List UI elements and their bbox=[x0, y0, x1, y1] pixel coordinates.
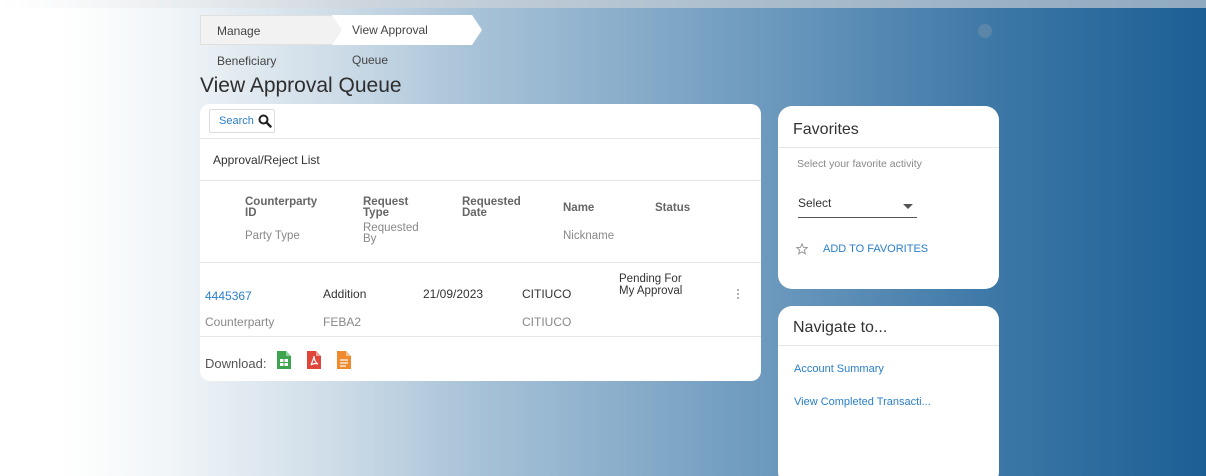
header-counterparty-id[interactable]: Counterparty ID bbox=[245, 196, 317, 219]
navigate-title: Navigate to... bbox=[778, 306, 999, 346]
header-name[interactable]: Name bbox=[563, 202, 594, 214]
top-strip bbox=[0, 0, 1206, 8]
table-header: Counterparty ID Party Type Request Type … bbox=[200, 181, 761, 263]
nickname-value: CITIUCO bbox=[522, 315, 572, 329]
requested-by-value: FEBA2 bbox=[323, 315, 362, 329]
requested-date-value: 21/09/2023 bbox=[423, 287, 484, 301]
breadcrumb: Manage Beneficiary View Approval Queue bbox=[200, 15, 482, 68]
navigate-card: Navigate to... Account Summary View Comp… bbox=[778, 306, 999, 476]
table-row: 4445367 Counterparty Addition FEBA2 21/0… bbox=[200, 263, 761, 337]
request-type-value: Addition bbox=[323, 287, 367, 301]
counterparty-id-link[interactable]: 4445367 bbox=[205, 289, 252, 303]
nav-link-view-completed-transactions[interactable]: View Completed Transacti... bbox=[794, 396, 931, 408]
header-request-type[interactable]: Request Type bbox=[363, 196, 413, 219]
favorites-card: Favorites Select your favorite activity … bbox=[778, 106, 999, 289]
add-to-favorites-button[interactable]: ADD TO FAVORITES bbox=[796, 243, 928, 255]
favorites-title: Favorites bbox=[778, 106, 999, 148]
search-label: Search bbox=[219, 115, 254, 127]
excel-icon[interactable] bbox=[277, 351, 291, 369]
status-value: Pending For My Approval bbox=[619, 273, 683, 297]
search-icon bbox=[258, 114, 272, 128]
row-actions-menu-icon[interactable] bbox=[737, 289, 741, 299]
approval-list-card: Search Approval/Reject List Counterparty… bbox=[200, 104, 761, 381]
list-title: Approval/Reject List bbox=[200, 139, 761, 181]
add-to-favorites-label: ADD TO FAVORITES bbox=[823, 243, 929, 255]
breadcrumb-item-view-approval-queue: View Approval Queue bbox=[332, 15, 482, 67]
search-row: Search bbox=[200, 104, 761, 139]
party-type-value: Counterparty bbox=[205, 315, 275, 329]
breadcrumb-item-manage-beneficiary[interactable]: Manage Beneficiary bbox=[200, 15, 342, 68]
page-title: View Approval Queue bbox=[200, 74, 402, 97]
nav-link-account-summary[interactable]: Account Summary bbox=[794, 363, 884, 375]
name-value: CITIUCO bbox=[522, 287, 572, 301]
star-icon bbox=[796, 243, 808, 255]
search-button[interactable]: Search bbox=[209, 109, 275, 133]
chevron-down-icon bbox=[903, 204, 913, 209]
header-nickname: Nickname bbox=[563, 230, 615, 242]
header-status[interactable]: Status bbox=[655, 202, 690, 214]
header-party-type: Party Type bbox=[245, 230, 300, 242]
header-requested-date[interactable]: Requested Date bbox=[462, 196, 522, 219]
favorites-subtitle: Select your favorite activity bbox=[797, 158, 922, 170]
download-bar: Download: bbox=[200, 337, 761, 381]
favorites-select-value: Select bbox=[798, 196, 832, 210]
pdf-icon[interactable] bbox=[307, 351, 321, 369]
download-label: Download: bbox=[205, 356, 267, 371]
csv-icon[interactable] bbox=[337, 351, 351, 369]
header-requested-by: Requested By bbox=[363, 222, 419, 245]
favorites-select[interactable]: Select bbox=[798, 196, 917, 218]
help-icon[interactable] bbox=[978, 24, 992, 38]
